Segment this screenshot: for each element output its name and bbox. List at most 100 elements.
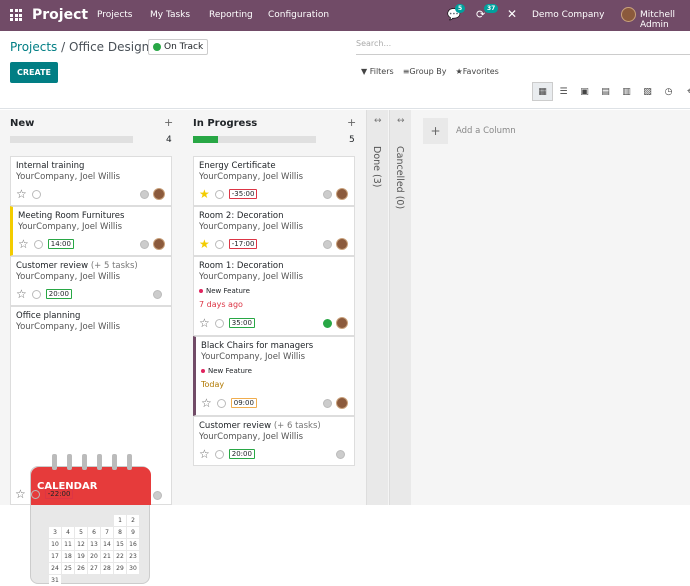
control-panel: Projects / Office Design On Track Search… xyxy=(0,31,690,109)
clock-icon[interactable] xyxy=(216,398,226,408)
task-title: Internal training xyxy=(16,161,85,171)
activity-view-icon[interactable]: ◷ xyxy=(658,82,679,101)
calendar-view-icon[interactable]: ▣ xyxy=(574,82,595,101)
task-customer: YourCompany, Joel Willis xyxy=(199,222,304,232)
star-icon[interactable]: ☆ xyxy=(18,238,29,250)
status-dot[interactable] xyxy=(323,399,332,408)
menu-configuration[interactable]: Configuration xyxy=(268,10,329,20)
clock-icon[interactable] xyxy=(214,318,224,328)
folded-column-title: Done (3) xyxy=(371,146,382,188)
star-icon[interactable]: ☆ xyxy=(16,288,27,300)
planned-hours-badge: -22:00 xyxy=(44,489,74,499)
status-dot[interactable] xyxy=(323,190,332,199)
status-dot[interactable] xyxy=(323,319,332,328)
map-view-icon[interactable]: ⌖ xyxy=(679,82,690,101)
task-card[interactable]: Room 1: Decoration YourCompany, Joel Wil… xyxy=(193,256,355,336)
folded-column-done[interactable]: ↔ Done (3) xyxy=(366,110,388,505)
status-dot[interactable] xyxy=(323,240,332,249)
company-switcher[interactable]: Demo Company xyxy=(532,10,604,20)
view-switcher: ▦ ☰ ▣ ▤ ▥ ▧ ◷ ⌖ xyxy=(532,82,690,101)
list-view-icon[interactable]: ☰ xyxy=(553,82,574,101)
task-card[interactable]: Black Chairs for managers YourCompany, J… xyxy=(193,336,355,416)
kanban-view-icon[interactable]: ▦ xyxy=(532,82,553,101)
debug-tools-icon[interactable]: ✕ xyxy=(507,7,517,21)
clock-icon[interactable] xyxy=(214,239,224,249)
user-menu[interactable]: Mitchell Admin xyxy=(640,10,690,30)
breadcrumb-projects-link[interactable]: Projects xyxy=(10,40,57,54)
unfold-icon[interactable]: ↔ xyxy=(397,116,405,126)
quick-create-new-icon[interactable]: + xyxy=(164,116,173,129)
status-dot-icon xyxy=(153,43,161,51)
project-status-button[interactable]: On Track xyxy=(148,39,209,55)
menu-my-tasks[interactable]: My Tasks xyxy=(150,10,190,20)
calendar-day: 11 xyxy=(62,539,74,550)
menu-projects[interactable]: Projects xyxy=(97,10,132,20)
graph-view-icon[interactable]: ▥ xyxy=(616,82,637,101)
clock-icon[interactable] xyxy=(214,449,224,459)
calendar-day: 28 xyxy=(101,563,113,574)
star-icon[interactable]: ☆ xyxy=(16,188,27,200)
calendar-day: 24 xyxy=(49,563,61,574)
task-title: Room 1: Decoration xyxy=(199,261,284,271)
star-icon[interactable]: ☆ xyxy=(199,448,210,460)
folded-column-cancelled[interactable]: ↔ Cancelled (0) xyxy=(389,110,411,505)
clock-icon[interactable] xyxy=(30,489,40,499)
column-progressbar-in-progress[interactable] xyxy=(193,136,316,143)
top-navbar: Project Projects My Tasks Reporting Conf… xyxy=(0,0,690,31)
calendar-day xyxy=(49,515,61,526)
calendar-day: 31 xyxy=(49,575,61,586)
star-icon[interactable]: ★ xyxy=(199,238,210,250)
column-title-new[interactable]: New xyxy=(10,118,34,129)
clock-icon[interactable] xyxy=(31,189,41,199)
calendar-day: 12 xyxy=(75,539,87,550)
task-card[interactable]: Customer review (+ 5 tasks) YourCompany,… xyxy=(10,256,172,306)
breadcrumb: Projects / Office Design xyxy=(10,40,149,54)
task-tag: New Feature xyxy=(199,287,349,295)
status-dot[interactable] xyxy=(140,240,149,249)
clock-icon[interactable] xyxy=(31,289,41,299)
calendar-day: 8 xyxy=(114,527,126,538)
user-avatar[interactable] xyxy=(621,7,636,22)
task-title: Energy Certificate xyxy=(199,161,276,171)
star-icon[interactable]: ☆ xyxy=(199,317,210,329)
column-title-in-progress[interactable]: In Progress xyxy=(193,118,257,129)
messages-icon[interactable]: 💬 5 xyxy=(447,4,466,21)
calendar-day: 14 xyxy=(101,539,113,550)
column-count-in-progress: 5 xyxy=(349,135,355,145)
add-column-plus-icon[interactable]: + xyxy=(423,118,448,144)
task-title: Meeting Room Furnitures xyxy=(18,211,125,221)
favorites-button[interactable]: ★Favorites xyxy=(456,67,499,76)
task-card[interactable]: Room 2: Decoration YourCompany, Joel Wil… xyxy=(193,206,355,256)
group-by-button[interactable]: ≡Group By xyxy=(403,67,447,76)
task-card[interactable]: Energy Certificate YourCompany, Joel Wil… xyxy=(193,156,355,206)
quick-create-in-progress-icon[interactable]: + xyxy=(347,116,356,129)
unfold-icon[interactable]: ↔ xyxy=(374,116,382,126)
status-dot[interactable] xyxy=(153,290,162,299)
star-icon[interactable]: ★ xyxy=(199,188,210,200)
add-column-label[interactable]: Add a Column xyxy=(456,126,516,136)
task-title: Office planning xyxy=(16,311,81,321)
status-dot[interactable] xyxy=(140,190,149,199)
search-input[interactable]: Search... xyxy=(356,39,690,55)
clock-icon[interactable] xyxy=(214,189,224,199)
filters-button[interactable]: ▼ Filters xyxy=(361,67,394,76)
star-icon[interactable]: ☆ xyxy=(15,488,26,500)
gantt-view-icon[interactable]: ▧ xyxy=(637,82,658,101)
apps-menu-icon[interactable] xyxy=(10,9,22,21)
task-card[interactable]: Customer review (+ 6 tasks) YourCompany,… xyxy=(193,416,355,466)
menu-reporting[interactable]: Reporting xyxy=(209,10,253,20)
task-deadline: Today xyxy=(201,380,225,389)
clock-icon[interactable] xyxy=(33,239,43,249)
status-dot[interactable] xyxy=(336,450,345,459)
create-button[interactable]: CREATE xyxy=(10,62,58,83)
column-progressbar-new[interactable] xyxy=(10,136,133,143)
star-icon[interactable]: ☆ xyxy=(201,397,212,409)
calendar-day: 26 xyxy=(75,563,87,574)
activities-badge: 37 xyxy=(484,4,499,13)
app-title[interactable]: Project xyxy=(32,7,88,23)
task-card[interactable]: Internal training YourCompany, Joel Will… xyxy=(10,156,172,206)
activities-icon[interactable]: ⟳ 37 xyxy=(476,4,499,21)
status-dot[interactable] xyxy=(153,491,162,500)
pivot-view-icon[interactable]: ▤ xyxy=(595,82,616,101)
task-card[interactable]: Meeting Room Furnitures YourCompany, Joe… xyxy=(10,206,172,256)
